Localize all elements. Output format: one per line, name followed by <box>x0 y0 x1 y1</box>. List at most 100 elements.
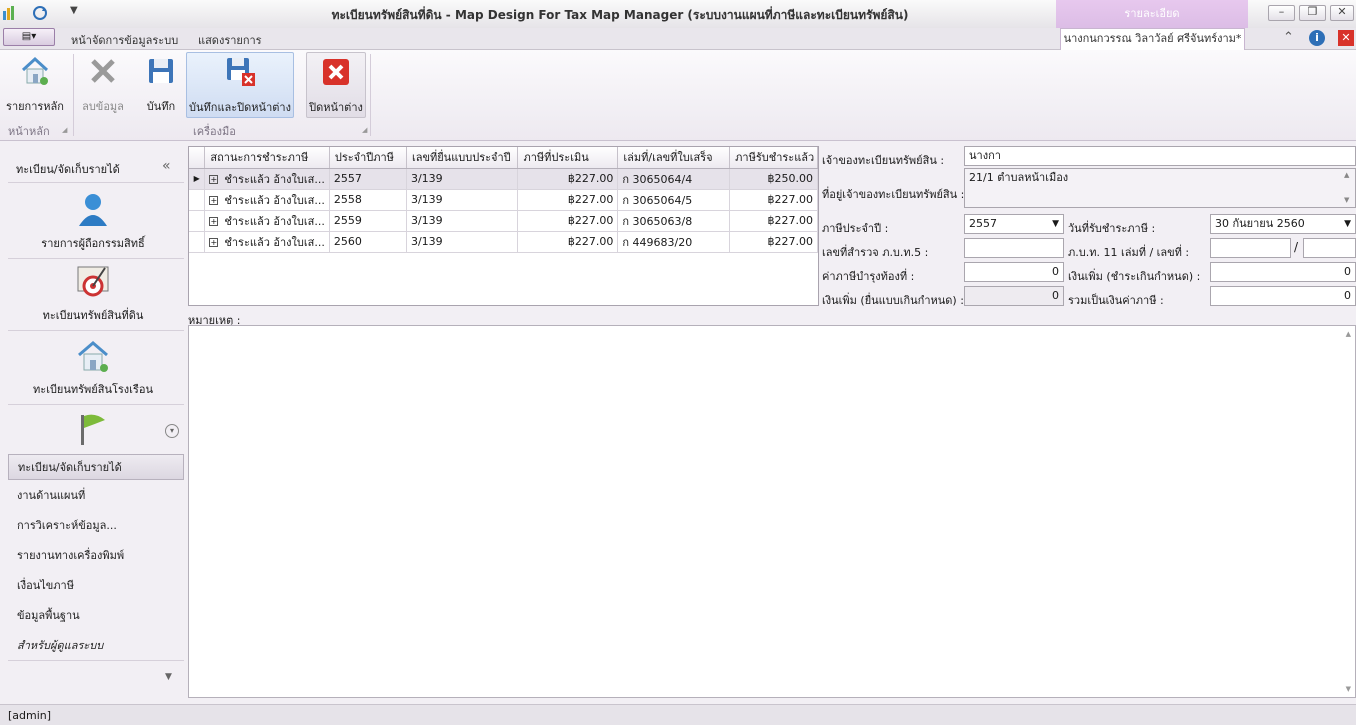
sidebar-item-owners[interactable]: รายการผู้ถือกรรมสิทธิ์ <box>0 192 186 252</box>
tax-year-select[interactable]: 2557 ▼ <box>964 214 1064 234</box>
pay-date-value: 30 กันยายน 2560 <box>1215 217 1305 230</box>
close-doc-icon[interactable]: ✕ <box>1338 30 1354 46</box>
owners-label: รายการผู้ถือกรรมสิทธิ์ <box>41 237 145 250</box>
sidebar-item-registration[interactable]: ทะเบียน/จัดเก็บรายได้ <box>8 454 184 480</box>
help-icon[interactable]: i <box>1309 30 1325 46</box>
survey-no-label: เลขที่สำรวจ ภ.บ.ท.5 : <box>822 246 929 259</box>
delete-button[interactable]: ลบข้อมูล <box>78 52 128 118</box>
configure-buttons-icon[interactable]: ▼ <box>165 672 172 682</box>
home-list-button[interactable]: รายการหลัก <box>4 52 66 118</box>
expand-row-icon[interactable]: + <box>209 238 219 247</box>
tax-year-value: 2557 <box>969 217 997 230</box>
status-bar: [admin] <box>0 704 1356 725</box>
main-group-label: หน้าหลัก <box>8 125 50 138</box>
sidebar-item-admin[interactable]: สำหรับผู้ดูแลระบบ <box>8 633 184 659</box>
total-label: รวมเป็นเงินค่าภาษี : <box>1068 294 1164 307</box>
sidebar-item-base-data[interactable]: ข้อมูลพื้นฐาน <box>8 603 184 629</box>
column-header[interactable]: เล่มที่/เลขที่ใบเสร็จ <box>617 147 731 169</box>
table-row[interactable]: + ชำระแล้ว อ้างใบเส... 2560 3/139 ฿227.00… <box>189 231 818 253</box>
receipt-cell: ก 3065064/5 <box>617 189 731 211</box>
sidebar-item-flag[interactable] <box>0 412 186 454</box>
tax-payment-grid[interactable]: สถานะการชำระภาษี ประจำปีภาษี เลขที่ยื่นแ… <box>188 146 819 306</box>
local-tax-label: ค่าภาษีบำรุงท้องที่ : <box>822 270 915 283</box>
land-label: ทะเบียนทรัพย์สินที่ดิน <box>42 309 144 322</box>
status-cell: ชำระแล้ว อ้างใบเส... <box>224 214 325 228</box>
scroll-up-icon[interactable]: ▲ <box>1344 171 1349 179</box>
filing-no-cell: 3/139 <box>406 168 519 190</box>
save-close-label: บันทึกและปิดหน้าต่าง <box>189 101 291 114</box>
column-header[interactable]: ภาษีที่ประเมิน <box>517 147 619 169</box>
ribbon-collapse-icon[interactable]: ⌃ <box>1283 30 1294 45</box>
sidebar-item-building[interactable]: ทะเบียนทรัพย์สินโรงเรือน <box>0 338 186 398</box>
ribbon: รายการหลัก หน้าหลัก ◢ ลบข้อมูล บันทึก บั… <box>0 50 1356 141</box>
tools-launcher-icon[interactable]: ◢ <box>362 126 367 134</box>
sidebar-item-map-work[interactable]: งานด้านแผนที่ <box>8 483 184 509</box>
sidebar-item-tax-conditions[interactable]: เงื่อนไขภาษี <box>8 573 184 599</box>
sidebar-item-land[interactable]: ทะเบียนทรัพย์สินที่ดิน <box>0 264 186 324</box>
status-cell: ชำระแล้ว อ้างใบเส... <box>224 172 325 186</box>
save-and-close-button[interactable]: บันทึกและปิดหน้าต่าง <box>186 52 294 118</box>
receipt-cell: ก 3065064/4 <box>617 168 731 190</box>
close-form-button[interactable]: ปิดหน้าต่าง <box>306 52 366 118</box>
current-row-icon: ▶ <box>189 168 206 190</box>
scroll-down-icon[interactable]: ▼ <box>1344 196 1349 204</box>
collapse-sidebar-icon[interactable]: « <box>162 158 171 174</box>
local-tax-field[interactable]: 0 <box>964 262 1064 282</box>
pbt11-no-field[interactable] <box>1303 238 1356 258</box>
tab-record-detail[interactable]: นางกนกวรรณ วิลาวัลย์ ศรีจันทร์งาม* <box>1060 28 1245 50</box>
total-field[interactable]: 0 <box>1210 286 1356 306</box>
window-title: ทะเบียนทรัพย์สินที่ดิน - Map Design For … <box>331 8 909 22</box>
quick-access-dropdown-icon[interactable]: ▼ <box>70 5 88 23</box>
user-icon <box>75 192 111 228</box>
scroll-up-icon[interactable]: ▲ <box>1346 330 1351 338</box>
surcharge-late-pay-label: เงินเพิ่ม (ชำระเกินกำหนด) : <box>1068 270 1201 283</box>
sidebar-item-analysis[interactable]: การวิเคราะห์ข้อมูล... <box>8 513 184 539</box>
house-icon <box>19 55 51 87</box>
column-header[interactable]: เลขที่ยื่นแบบประจำปี <box>406 147 519 169</box>
table-row[interactable]: + ชำระแล้ว อ้างใบเส... 2559 3/139 ฿227.00… <box>189 210 818 232</box>
year-cell: 2559 <box>329 210 407 232</box>
restore-button[interactable]: ❐ <box>1299 5 1326 21</box>
tab-show-list[interactable]: แสดงรายการ <box>198 31 262 49</box>
year-cell: 2558 <box>329 189 407 211</box>
expand-row-icon[interactable]: + <box>209 196 219 205</box>
refresh-icon[interactable] <box>32 5 50 23</box>
filing-no-cell: 3/139 <box>406 189 519 211</box>
ribbon-tabs: ▤▾ หน้าจัดการข้อมูลระบบ แสดงรายการ นางกน… <box>0 28 1356 50</box>
scroll-down-icon[interactable]: ▼ <box>1346 685 1351 693</box>
expand-row-icon[interactable]: + <box>209 175 219 184</box>
table-row[interactable]: + ชำระแล้ว อ้างใบเส... 2558 3/139 ฿227.00… <box>189 189 818 211</box>
surcharge-late-pay-field[interactable]: 0 <box>1210 262 1356 282</box>
receipt-cell: ก 449683/20 <box>617 231 731 253</box>
owner-field[interactable]: นางกา <box>964 146 1356 166</box>
expand-row-icon[interactable]: + <box>209 217 219 226</box>
column-header[interactable]: ภาษีรับชำระแล้ว <box>729 147 818 169</box>
pbt11-book-field[interactable] <box>1210 238 1291 258</box>
assessed-cell: ฿227.00 <box>517 189 619 211</box>
pay-date-picker[interactable]: 30 กันยายน 2560 ▼ <box>1210 214 1356 234</box>
owner-label: เจ้าของทะเบียนทรัพย์สิน : <box>822 154 945 167</box>
memo-textarea[interactable]: ▲ ▼ <box>188 325 1356 698</box>
home-list-label: รายการหลัก <box>6 100 64 113</box>
tab-system-data[interactable]: หน้าจัดการข้อมูลระบบ <box>71 31 178 49</box>
address-field[interactable]: 21/1 ตำบลหน้าเมือง <box>964 168 1356 208</box>
column-header[interactable]: ประจำปีภาษี <box>329 147 407 169</box>
save-button[interactable]: บันทึก <box>140 52 182 118</box>
close-window-button[interactable]: ✕ <box>1330 5 1354 21</box>
divider <box>8 660 184 661</box>
filing-no-cell: 3/139 <box>406 231 519 253</box>
group-launcher-icon[interactable]: ◢ <box>62 126 67 134</box>
survey-no-field[interactable] <box>964 238 1064 258</box>
save-label: บันทึก <box>146 100 176 113</box>
divider <box>8 258 184 259</box>
divider <box>8 182 184 183</box>
sidebar-item-reports[interactable]: รายงานทางเครื่องพิมพ์ <box>8 543 184 569</box>
divider <box>8 330 184 331</box>
pbt11-label: ภ.บ.ท. 11 เล่มที่ / เลขที่ : <box>1068 246 1190 259</box>
column-header[interactable]: สถานะการชำระภาษี <box>204 147 330 169</box>
more-items-icon[interactable]: ▾ <box>165 424 179 438</box>
app-menu-button[interactable]: ▤▾ <box>3 28 55 46</box>
minimize-button[interactable]: – <box>1268 5 1295 21</box>
delete-label: ลบข้อมูล <box>82 100 124 113</box>
table-row[interactable]: ▶ + ชำระแล้ว อ้างใบเส... 2557 3/139 ฿227.… <box>189 168 818 190</box>
